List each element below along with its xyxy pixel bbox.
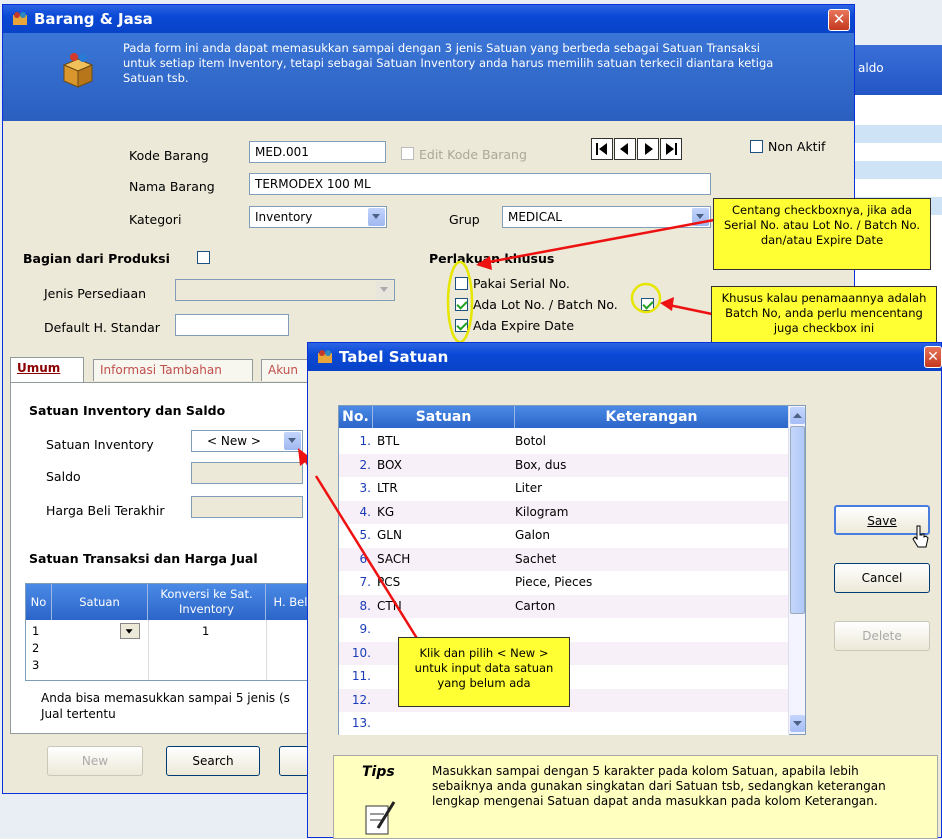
save-button-label: Save [867,514,897,528]
satuan-row-satuan: SACH [377,551,411,566]
satuan-row-no: 8. [359,598,371,613]
satuan-row-keterangan: Box, dus [515,457,567,472]
satuan-row-keterangan: Botol [515,434,546,448]
satuan-row[interactable]: 3. LTR Liter [339,477,789,500]
satuan-row-satuan: PCS [377,575,401,589]
scroll-thumb[interactable] [790,426,805,614]
satuan-row-keterangan: Piece, Pieces [515,575,593,589]
satuan-row[interactable]: 5. GLN Galon [339,524,789,547]
satuan-row-no: 6. [359,551,371,566]
cancel-button[interactable]: Cancel [834,563,930,593]
satuan-window-title: Tabel Satuan [339,348,449,366]
satuan-row-no: 3. [359,481,371,495]
satuan-row-no: 1. [359,434,371,448]
notepad-pen-icon [365,801,396,835]
scroll-down-button[interactable] [790,715,805,732]
satuan-row-no: 9. [359,622,371,636]
satuan-row-keterangan: Carton [515,598,556,613]
satuan-row-no: 10. [351,645,371,660]
delete-button[interactable]: Delete [834,621,930,651]
callout-new-note: Klik dan pilih < New > untuk input data … [398,637,570,707]
satuan-row-no: 13. [351,716,371,730]
cursor-icon [912,525,929,548]
satuan-row-keterangan: Kilogram [515,504,569,519]
satuan-row[interactable]: 8. CTN Carton [339,594,789,618]
satuan-close-button[interactable]: ✕ [924,346,942,368]
callout-batch-note: Khusus kalau penamaannya adalah Batch No… [711,286,937,344]
satuan-header-keterangan: Keterangan [515,406,789,428]
satuan-row[interactable]: 6. SACH Sachet [339,547,789,571]
satuan-row-satuan: BTL [377,434,400,448]
app-icon [318,350,332,363]
satuan-row[interactable]: 1. BTL Botol [339,430,789,453]
callout-checkbox-note: Centang checkboxnya, jika ada Serial No.… [713,198,931,270]
tabel-satuan-window: Tabel Satuan No. Satuan Keterangan 1. BTL… [307,342,942,839]
scroll-up-button[interactable] [790,407,805,424]
satuan-header-satuan: Satuan [373,406,515,428]
satuan-scrollbar[interactable] [788,406,805,734]
satuan-row-no: 12. [351,692,371,707]
satuan-row-satuan: BOX [377,457,402,472]
satuan-row-no: 2. [359,457,371,472]
satuan-row[interactable]: 2. BOX Box, dus [339,453,789,477]
satuan-row-satuan: GLN [377,528,402,542]
satuan-row-no: 7. [359,575,371,589]
satuan-row-no: 5. [359,528,371,542]
tips-panel: Tips Masukkan sampai dengan 5 karakter p… [333,755,938,839]
satuan-row-satuan: KG [377,504,395,519]
satuan-row-keterangan: Galon [515,528,550,542]
tips-title: Tips [362,764,395,780]
tips-text: Masukkan sampai dengan 5 karakter pada k… [432,764,886,808]
satuan-row-satuan: LTR [377,481,398,495]
satuan-row[interactable]: 4. KG Kilogram [339,500,789,524]
satuan-titlebar[interactable]: Tabel Satuan [308,343,941,371]
satuan-row-keterangan: Sachet [515,551,557,566]
satuan-row-no: 4. [359,504,371,519]
satuan-row-keterangan: Liter [515,481,543,495]
satuan-row[interactable]: 13. [339,712,789,735]
satuan-header-no: No. [339,406,373,428]
satuan-row-satuan: CTN [377,598,402,613]
satuan-row[interactable]: 7. PCS Piece, Pieces [339,571,789,594]
satuan-row-no: 11. [351,669,371,683]
